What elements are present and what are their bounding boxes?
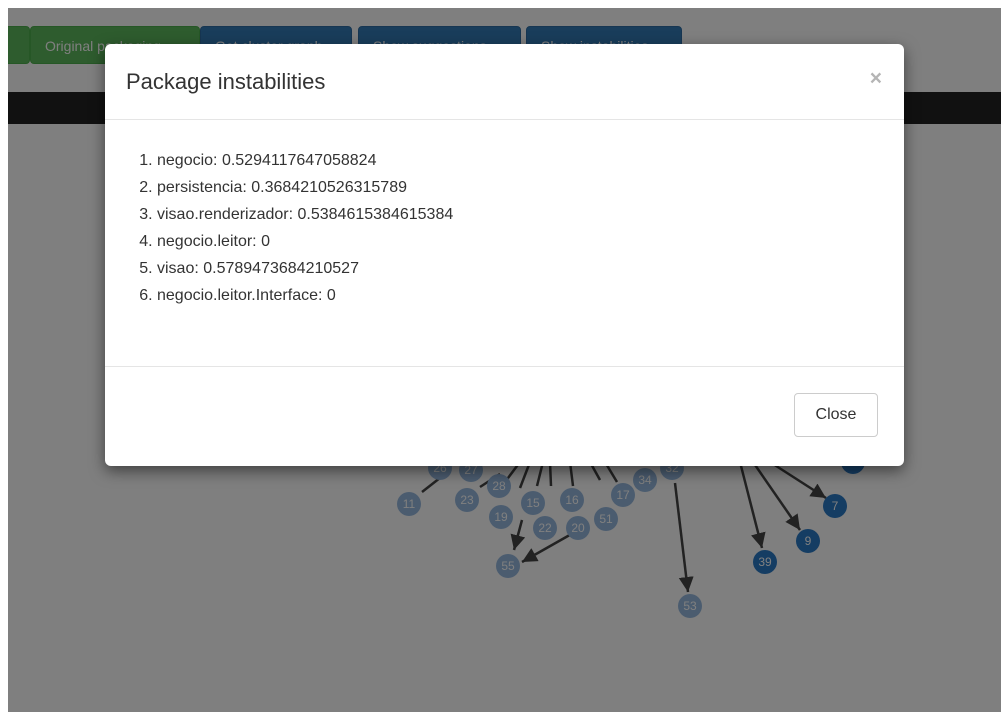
page-edge-left (0, 0, 8, 712)
list-item: visao.renderizador: 0.5384615384615384 (157, 201, 453, 228)
close-button[interactable]: Close (794, 393, 878, 437)
modal-body: negocio: 0.5294117647058824 persistencia… (105, 120, 904, 367)
app-page: g Original packaging Get cluster graph S… (0, 0, 1001, 712)
modal-header: Package instabilities × (105, 44, 904, 120)
list-item: negocio.leitor.Interface: 0 (157, 282, 453, 309)
modal-title: Package instabilities (126, 69, 326, 94)
modal-footer: Close (105, 367, 904, 464)
list-item: visao: 0.5789473684210527 (157, 255, 453, 282)
instability-list: negocio: 0.5294117647058824 persistencia… (105, 147, 453, 309)
list-item: persistencia: 0.3684210526315789 (157, 174, 453, 201)
close-icon[interactable]: × (870, 68, 882, 89)
list-item: negocio: 0.5294117647058824 (157, 147, 453, 174)
page-edge-top (0, 0, 1001, 8)
list-item: negocio.leitor: 0 (157, 228, 453, 255)
instabilities-modal: Package instabilities × negocio: 0.52941… (105, 44, 904, 466)
